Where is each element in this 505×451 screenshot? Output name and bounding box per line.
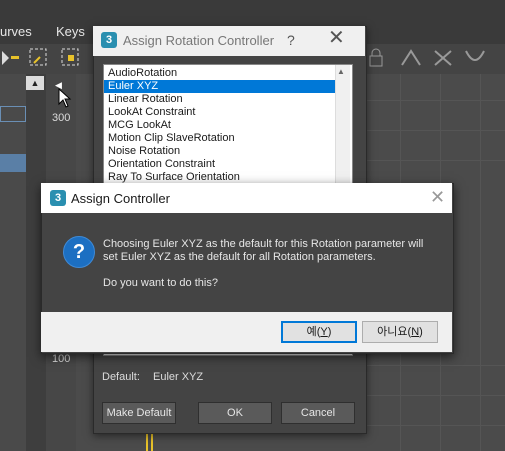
no-button[interactable]: 아니요(N) [362,321,438,343]
scroll-up-arrow-icon[interactable]: ▲ [337,67,345,76]
mouse-cursor-icon [58,87,72,111]
no-mnemonic: N [411,326,420,338]
tangent-slow-icon[interactable] [464,47,486,69]
no-label: 아니요( [377,326,412,338]
app-logo-icon: 3 [101,32,117,48]
message-question: Do you want to do this? [103,277,218,289]
yes-suffix: ) [327,326,332,338]
scroll-up-arrow-icon[interactable]: ▲ [26,76,44,90]
message-text: set Euler XYZ as the default for all Rot… [103,251,376,263]
menu-curves[interactable]: urves [0,24,32,39]
tangent-fast-icon[interactable] [432,47,454,69]
help-button[interactable]: ? [287,32,295,48]
ok-button[interactable]: OK [198,402,272,424]
grid-line [480,74,481,451]
message-text: Choosing Euler XYZ as the default for th… [103,238,424,250]
move-keys-icon[interactable] [28,47,50,69]
tree-filter-field[interactable] [0,106,26,122]
list-item[interactable]: LookAt Constraint [108,106,328,119]
menu-keys[interactable]: Keys [56,24,85,39]
list-item[interactable]: Motion Clip SlaveRotation [108,132,328,145]
yes-label: 예( [306,326,321,338]
question-icon: ? [63,236,95,268]
dialog-title: Assign Rotation Controller [123,33,275,48]
controller-tree-panel[interactable] [0,74,27,451]
default-value: Euler XYZ [153,371,204,383]
no-suffix: ) [419,326,423,338]
list-item[interactable]: MCG LookAt [108,119,328,132]
lock-icon[interactable] [365,47,387,69]
list-item-selected[interactable]: Euler XYZ [104,80,338,93]
list-scrollbar[interactable] [335,65,350,183]
ruler-label: 300 [52,112,71,124]
list-item[interactable]: AudioRotation [108,67,328,80]
ruler-label: 100 [52,353,71,365]
close-icon[interactable]: ✕ [430,188,445,206]
scale-keys-icon[interactable] [60,47,82,69]
close-icon[interactable]: ✕ [328,28,345,48]
make-default-button[interactable]: Make Default [102,402,176,424]
key-icon[interactable] [0,47,22,69]
tangent-icon[interactable] [400,47,422,69]
list-item[interactable]: Noise Rotation [108,145,328,158]
yes-mnemonic: Y [320,326,328,338]
default-label: Default: [102,371,140,383]
yes-button[interactable]: 예(Y) [281,321,357,343]
list-item[interactable]: Linear Rotation [108,93,328,106]
tree-selected-row[interactable] [0,154,26,172]
cancel-button[interactable]: Cancel [281,402,355,424]
app-logo-icon: 3 [50,190,66,206]
list-item[interactable]: Orientation Constraint [108,158,328,171]
message-box-title: Assign Controller [71,191,170,206]
